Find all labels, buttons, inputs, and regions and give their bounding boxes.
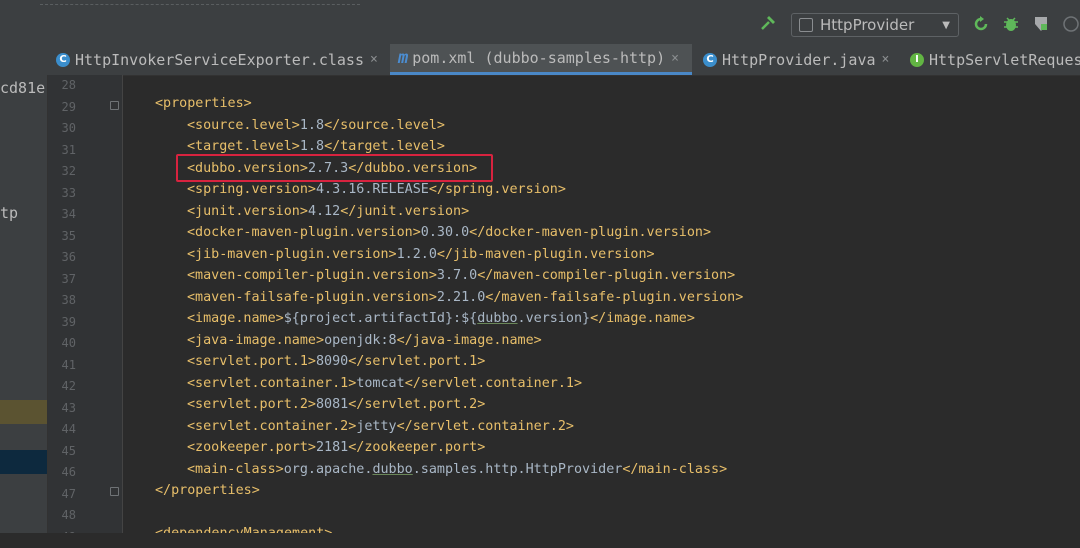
editor-bottom-edge <box>0 533 1080 548</box>
project-panel: cd81e tp <box>0 75 48 548</box>
editor-tab-bar: ✱ — C HttpInvokerServiceExporter.class ×… <box>0 44 1080 113</box>
coverage-icon[interactable] <box>1032 15 1050 33</box>
project-tree-row-highlight[interactable] <box>0 400 47 424</box>
line-number: 30 <box>61 121 76 135</box>
tab-label: HttpServletReques <box>929 50 1080 69</box>
close-icon[interactable]: × <box>370 52 378 67</box>
line-number: 28 <box>61 78 76 92</box>
hammer-icon[interactable] <box>759 15 777 33</box>
main-toolbar: HttpProvider ▼ <box>0 0 1080 44</box>
line-number: 40 <box>61 336 76 350</box>
close-icon[interactable]: × <box>882 52 890 67</box>
line-number: 32 <box>61 164 76 178</box>
line-number: 42 <box>61 379 76 393</box>
chevron-down-icon: ▼ <box>942 19 950 31</box>
line-number: 46 <box>61 465 76 479</box>
class-icon: C <box>56 52 70 67</box>
run-configuration-select[interactable]: HttpProvider ▼ <box>791 13 959 37</box>
tab-label: HttpInvokerServiceExporter.class <box>75 50 364 69</box>
annotation-highlight-box <box>176 154 493 182</box>
line-number: 36 <box>61 250 76 264</box>
tab-label: pom.xml (dubbo-samples-http) <box>412 49 666 67</box>
code-line-33: <spring.version>4.3.16.RELEASE</spring.v… <box>187 182 566 197</box>
code-line-39: <image.name>${project.artifactId}:${dubb… <box>187 311 695 326</box>
line-number: 47 <box>61 486 76 501</box>
line-number: 35 <box>61 228 76 243</box>
code-line-44: <servlet.container.2>jetty</servlet.cont… <box>187 419 574 434</box>
code-line-43: <servlet.port.2>8081</servlet.port.2> <box>187 397 486 412</box>
line-number: 34 <box>61 207 76 221</box>
code-line-36: <jib-maven-plugin.version>1.2.0</jib-mav… <box>187 247 655 262</box>
editor-gutter: 28 29 30 31 32 33 34 35 36 37 38 39 40 4… <box>48 75 123 548</box>
tab-httpservletrequest[interactable]: I HttpServletReques <box>910 44 1080 75</box>
code-line-45: <zookeeper.port>2181</zookeeper.port> <box>187 440 486 455</box>
tab-pom-xml[interactable]: m pom.xml (dubbo-samples-http) × <box>390 44 692 75</box>
run-config-label: HttpProvider <box>820 16 915 34</box>
code-line-35: <docker-maven-plugin.version>0.30.0</doc… <box>187 225 712 240</box>
interface-icon: I <box>910 52 924 67</box>
code-line-29: <properties> <box>155 96 252 111</box>
line-number: 45 <box>61 443 76 458</box>
line-number: 41 <box>61 357 76 372</box>
maven-icon: m <box>398 48 409 68</box>
line-number: 44 <box>61 422 76 436</box>
run-config-icon <box>799 18 813 32</box>
line-number: 31 <box>61 142 76 157</box>
toolbar-overflow <box>40 0 360 5</box>
code-line-37: <maven-compiler-plugin.version>3.7.0</ma… <box>187 268 736 283</box>
project-tree-row-selected[interactable] <box>0 450 47 474</box>
tab-label: HttpProvider.java <box>722 50 876 69</box>
tab-httpinvokerserviceexporter[interactable]: C HttpInvokerServiceExporter.class × <box>56 44 378 75</box>
fold-icon[interactable] <box>110 487 119 496</box>
code-line-41: <servlet.port.1>8090</servlet.port.1> <box>187 354 486 369</box>
close-icon[interactable]: × <box>671 51 679 66</box>
code-line-38: <maven-failsafe-plugin.version>2.21.0</m… <box>187 290 744 305</box>
fold-icon[interactable] <box>110 101 119 110</box>
line-number: 48 <box>61 508 76 522</box>
project-tree-text: cd81e <box>0 79 46 97</box>
line-number: 43 <box>61 400 76 415</box>
code-line-30: <source.level>1.8</source.level> <box>187 118 445 133</box>
code-line-40: <java-image.name>openjdk:8</java-image.n… <box>187 333 542 348</box>
code-editor[interactable]: <properties> <source.level>1.8</source.l… <box>123 75 1080 548</box>
line-number: 33 <box>61 185 76 200</box>
line-number: 39 <box>61 314 76 329</box>
rerun-icon[interactable] <box>972 15 990 33</box>
profile-icon[interactable] <box>1062 15 1080 33</box>
class-icon: C <box>703 52 717 67</box>
line-number: 38 <box>61 293 76 307</box>
debug-icon[interactable] <box>1002 15 1020 33</box>
code-line-34: <junit.version>4.12</junit.version> <box>187 204 470 219</box>
code-line-42: <servlet.container.1>tomcat</servlet.con… <box>187 376 583 391</box>
line-number: 29 <box>61 99 76 114</box>
code-line-47: </properties> <box>155 483 260 498</box>
code-line-46: <main-class>org.apache.dubbo.samples.htt… <box>187 462 728 477</box>
tab-httpprovider-java[interactable]: C HttpProvider.java × <box>703 44 889 75</box>
line-number: 37 <box>61 271 76 286</box>
project-tree-text: tp <box>0 204 19 222</box>
